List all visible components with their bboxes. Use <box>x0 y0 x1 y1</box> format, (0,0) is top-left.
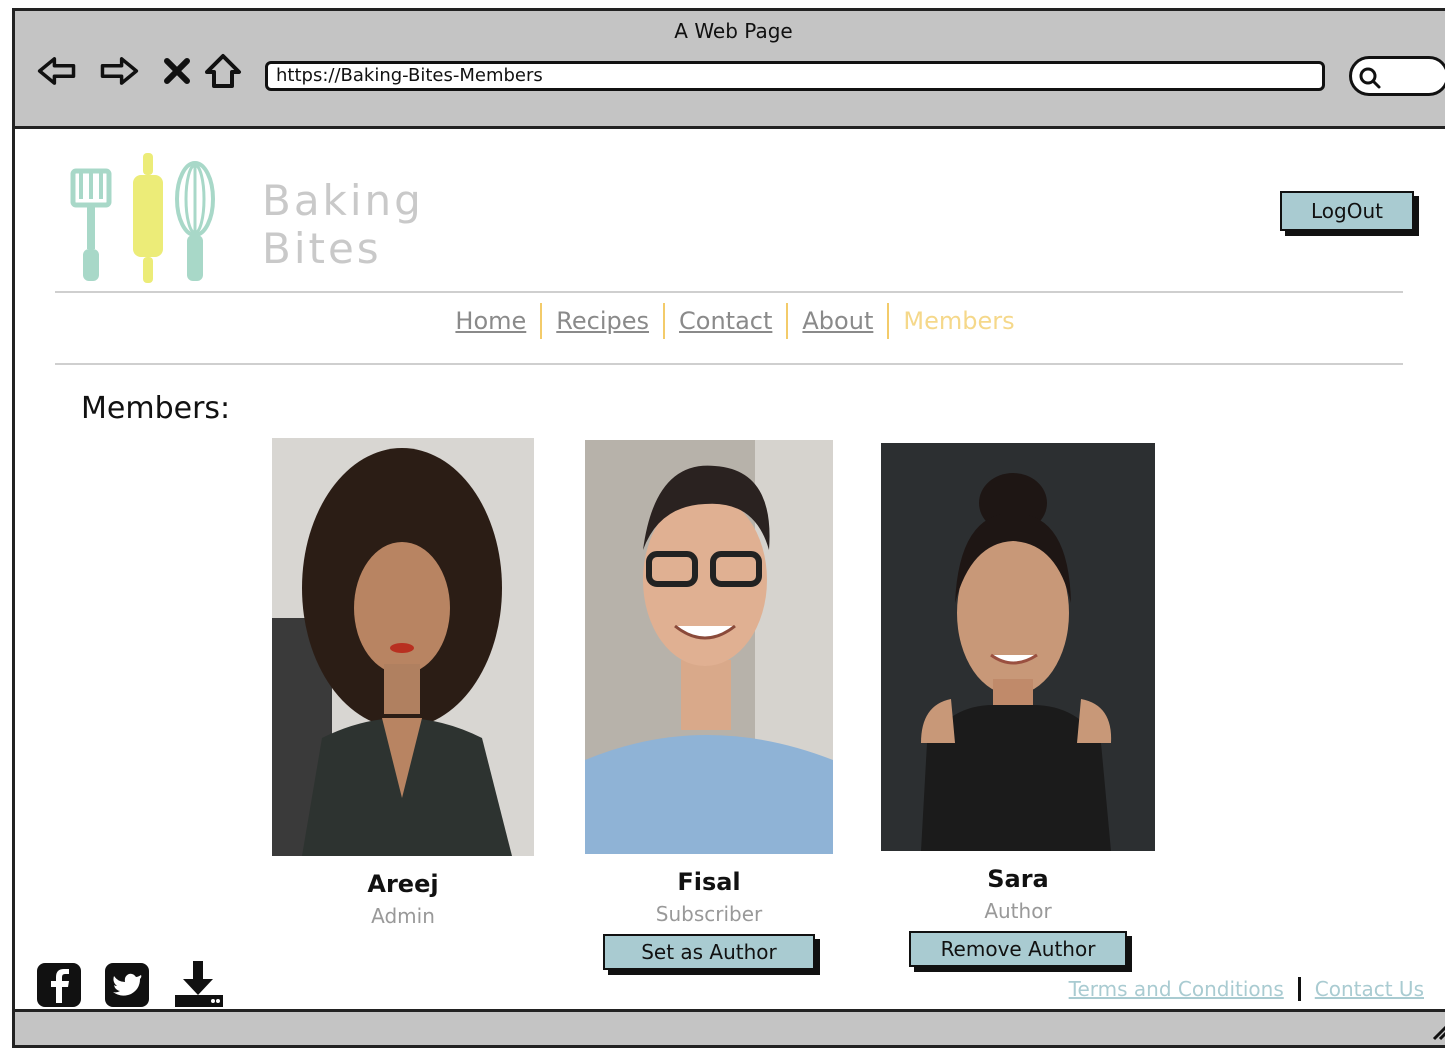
nav-item-recipes[interactable]: Recipes <box>540 303 663 339</box>
logo-line-1: Baking <box>262 176 424 225</box>
member-role: Author <box>984 899 1052 923</box>
member-name: Sara <box>987 865 1049 893</box>
nav-item-contact[interactable]: Contact <box>663 303 786 339</box>
member-card: Fisal Subscriber Set as Author <box>585 440 833 970</box>
logo-line-2: Bites <box>262 224 382 273</box>
terms-link[interactable]: Terms and Conditions <box>1055 977 1298 1001</box>
twitter-icon[interactable] <box>103 959 153 1009</box>
forward-icon[interactable] <box>99 51 139 91</box>
nav-item-home[interactable]: Home <box>441 303 540 339</box>
window-title: A Web Page <box>674 19 793 43</box>
member-name: Fisal <box>677 868 741 896</box>
resize-grip-icon[interactable] <box>1428 1019 1445 1041</box>
address-bar[interactable]: https://Baking-Bites-Members <box>265 61 1325 91</box>
remove-author-button[interactable]: Remove Author <box>908 931 1128 967</box>
divider-bottom <box>55 363 1403 365</box>
main-nav: Home Recipes Contact About Members <box>15 303 1445 339</box>
page-title: Members: <box>81 391 231 426</box>
browser-window: A Web Page https://Baking-Bites-Members <box>12 8 1445 1048</box>
member-role: Subscriber <box>655 902 763 926</box>
contact-us-link[interactable]: Contact Us <box>1297 977 1438 1001</box>
site-logo[interactable]: Baking Bites <box>67 139 421 289</box>
baking-tools-icon <box>70 153 215 283</box>
nav-item-members[interactable]: Members <box>887 303 1028 339</box>
member-photo <box>272 438 534 856</box>
download-icon[interactable] <box>171 959 223 1009</box>
browser-search-field[interactable] <box>1349 56 1445 96</box>
member-name: Areej <box>367 870 439 898</box>
member-card: Areej Admin <box>272 438 534 928</box>
member-card: Sara Author Remove Author <box>881 443 1155 967</box>
member-role: Admin <box>371 904 435 928</box>
browser-toolbar: A Web Page https://Baking-Bites-Members <box>15 11 1445 129</box>
divider-top <box>55 291 1403 293</box>
logo-text: Baking Bites <box>262 177 424 273</box>
facebook-icon[interactable] <box>35 959 85 1009</box>
member-photo <box>881 443 1155 851</box>
status-bar <box>15 1009 1445 1045</box>
stop-icon[interactable] <box>157 51 197 91</box>
footer-links: Terms and Conditions Contact Us <box>1055 977 1438 1001</box>
set-as-author-button[interactable]: Set as Author <box>603 934 815 970</box>
logout-button[interactable]: LogOut <box>1280 191 1414 231</box>
member-photo <box>585 440 833 854</box>
nav-item-about[interactable]: About <box>786 303 887 339</box>
back-icon[interactable] <box>37 51 77 91</box>
search-icon <box>1359 67 1381 89</box>
home-icon[interactable] <box>203 51 243 91</box>
social-links <box>35 959 223 1009</box>
